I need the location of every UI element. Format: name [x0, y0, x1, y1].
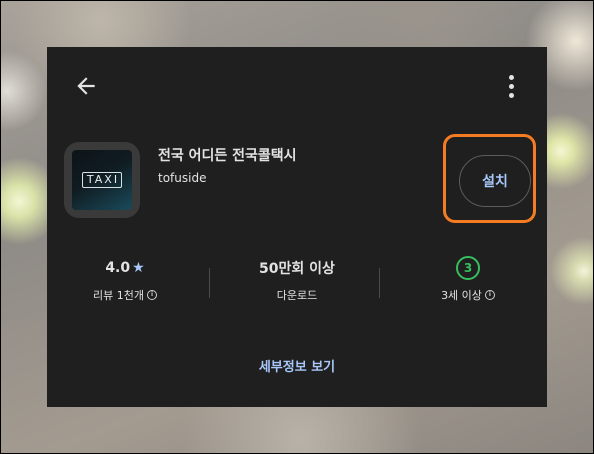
rating-value: 4.0	[105, 260, 131, 276]
downloads-value: 50만회 이상	[259, 261, 335, 277]
divider	[209, 268, 210, 298]
app-icon: TAXI	[64, 142, 140, 218]
app-icon-text: TAXI	[81, 172, 123, 188]
app-title: 전국 어디든 전국콜택시	[158, 148, 297, 164]
app-stats: 4.0 ★ 리뷰 1천개 i 50만회 이상 다운로드 3 3세 이상 i	[47, 255, 547, 315]
rating-label: 리뷰 1천개	[93, 289, 144, 302]
see-details-link[interactable]: 세부정보 보기	[259, 360, 335, 375]
app-install-card: TAXI 전국 어디든 전국콜택시 tofuside 설치 4.0 ★ 리뷰 1…	[47, 47, 547, 407]
more-options-button[interactable]	[501, 71, 521, 101]
back-button[interactable]	[71, 71, 101, 101]
rating-stat[interactable]: 4.0 ★ 리뷰 1천개 i	[50, 255, 200, 303]
info-icon: i	[146, 290, 157, 300]
install-button[interactable]: 설치	[459, 155, 531, 207]
info-icon: i	[484, 290, 495, 300]
divider	[379, 268, 380, 298]
arrow-back-icon	[77, 77, 95, 95]
age-rating-stat[interactable]: 3 3세 이상 i	[393, 255, 543, 303]
more-vert-icon	[508, 73, 514, 100]
downloads-label: 다운로드	[276, 289, 318, 302]
downloads-stat: 50만회 이상 다운로드	[222, 255, 372, 303]
age-rating-badge: 3	[456, 256, 480, 280]
app-developer[interactable]: tofuside	[158, 171, 206, 185]
star-icon: ★	[132, 260, 145, 276]
age-rating-label: 3세 이상	[441, 289, 482, 302]
